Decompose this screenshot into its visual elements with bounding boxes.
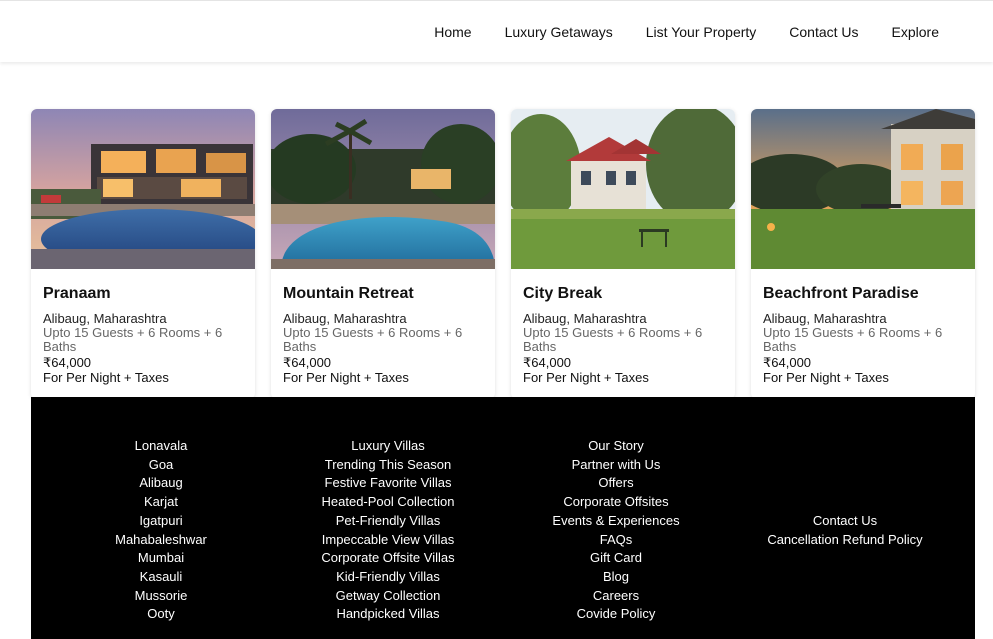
- property-photo: [511, 109, 735, 269]
- property-card[interactable]: Beachfront Paradise Alibaug, Maharashtra…: [751, 109, 975, 399]
- footer-link-mahabaleshwar[interactable]: Mahabaleshwar: [91, 531, 231, 550]
- footer-link-kid-friendly[interactable]: Kid-Friendly Villas: [288, 568, 488, 587]
- footer-link-partner[interactable]: Partner with Us: [536, 456, 696, 475]
- property-card-list: Pranaam Alibaug, Maharashtra Upto 15 Gue…: [31, 109, 975, 399]
- property-card[interactable]: Mountain Retreat Alibaug, Maharashtra Up…: [271, 109, 495, 399]
- footer-link-corporate-offsite-villas[interactable]: Corporate Offsite Villas: [288, 549, 488, 568]
- property-price-note: For Per Night + Taxes: [523, 370, 649, 385]
- property-location: Alibaug, Maharashtra: [763, 311, 887, 326]
- footer-link-gift-card[interactable]: Gift Card: [536, 549, 696, 568]
- property-photo: [31, 109, 255, 269]
- footer-link-blog[interactable]: Blog: [536, 568, 696, 587]
- footer-link-mussorie[interactable]: Mussorie: [91, 587, 231, 606]
- footer-support-column: Contact Us Cancellation Refund Policy: [755, 512, 935, 549]
- footer-link-trending[interactable]: Trending This Season: [288, 456, 488, 475]
- property-capacity: Upto 15 Guests + 6 Rooms + 6 Baths: [283, 325, 463, 354]
- property-location: Alibaug, Maharashtra: [523, 311, 647, 326]
- property-card[interactable]: Pranaam Alibaug, Maharashtra Upto 15 Gue…: [31, 109, 255, 399]
- property-location: Alibaug, Maharashtra: [283, 311, 407, 326]
- top-navbar: Home Luxury Getaways List Your Property …: [0, 0, 993, 62]
- property-name: Pranaam: [43, 285, 111, 302]
- nav-explore-link[interactable]: Explore: [892, 24, 939, 40]
- main-nav: Home Luxury Getaways List Your Property …: [401, 24, 939, 40]
- footer-link-contact-us[interactable]: Contact Us: [755, 512, 935, 531]
- footer-link-events[interactable]: Events & Experiences: [536, 512, 696, 531]
- property-name: Mountain Retreat: [283, 285, 414, 302]
- footer-link-alibaug[interactable]: Alibaug: [91, 474, 231, 493]
- property-price: ₹64,000: [43, 355, 92, 370]
- property-price: ₹64,000: [763, 355, 812, 370]
- footer-company-column: Our Story Partner with Us Offers Corpora…: [536, 437, 696, 624]
- footer-link-covide-policy[interactable]: Covide Policy: [536, 605, 696, 624]
- nav-list-property-link[interactable]: List Your Property: [646, 24, 757, 40]
- footer-link-festive[interactable]: Festive Favorite Villas: [288, 474, 488, 493]
- footer-link-our-story[interactable]: Our Story: [536, 437, 696, 456]
- footer-link-getway-collection[interactable]: Getway Collection: [288, 587, 488, 606]
- footer-link-faqs[interactable]: FAQs: [536, 531, 696, 550]
- property-info: Beachfront Paradise Alibaug, Maharashtra…: [751, 269, 975, 385]
- property-card[interactable]: City Break Alibaug, Maharashtra Upto 15 …: [511, 109, 735, 399]
- footer-link-cancellation-policy[interactable]: Cancellation Refund Policy: [755, 531, 935, 550]
- footer-link-mumbai[interactable]: Mumbai: [91, 549, 231, 568]
- property-price-note: For Per Night + Taxes: [43, 370, 169, 385]
- property-location: Alibaug, Maharashtra: [43, 311, 167, 326]
- footer-link-luxury-villas[interactable]: Luxury Villas: [288, 437, 488, 456]
- property-capacity: Upto 15 Guests + 6 Rooms + 6 Baths: [43, 325, 223, 354]
- property-photo: [751, 109, 975, 269]
- footer-link-pet-friendly[interactable]: Pet-Friendly Villas: [288, 512, 488, 531]
- footer-link-heated-pool[interactable]: Heated-Pool Collection: [288, 493, 488, 512]
- property-capacity: Upto 15 Guests + 6 Rooms + 6 Baths: [763, 325, 943, 354]
- footer-collections-column: Luxury Villas Trending This Season Festi…: [288, 437, 488, 624]
- footer-link-igatpuri[interactable]: Igatpuri: [91, 512, 231, 531]
- property-capacity: Upto 15 Guests + 6 Rooms + 6 Baths: [523, 325, 703, 354]
- property-price-note: For Per Night + Taxes: [763, 370, 889, 385]
- nav-contact-us-link[interactable]: Contact Us: [789, 24, 858, 40]
- nav-home-link[interactable]: Home: [434, 24, 471, 40]
- footer-link-kasauli[interactable]: Kasauli: [91, 568, 231, 587]
- site-footer: Lonavala Goa Alibaug Karjat Igatpuri Mah…: [31, 397, 975, 639]
- footer-link-goa[interactable]: Goa: [91, 456, 231, 475]
- footer-link-corporate-offsites[interactable]: Corporate Offsites: [536, 493, 696, 512]
- property-info: Pranaam Alibaug, Maharashtra Upto 15 Gue…: [31, 269, 255, 385]
- nav-luxury-getaways-link[interactable]: Luxury Getaways: [505, 24, 613, 40]
- property-price-note: For Per Night + Taxes: [283, 370, 409, 385]
- footer-link-careers[interactable]: Careers: [536, 587, 696, 606]
- footer-link-ooty[interactable]: Ooty: [91, 605, 231, 624]
- footer-link-handpicked[interactable]: Handpicked Villas: [288, 605, 488, 624]
- property-info: City Break Alibaug, Maharashtra Upto 15 …: [511, 269, 735, 385]
- property-name: Beachfront Paradise: [763, 285, 919, 302]
- footer-link-offers[interactable]: Offers: [536, 474, 696, 493]
- property-info: Mountain Retreat Alibaug, Maharashtra Up…: [271, 269, 495, 385]
- property-photo: [271, 109, 495, 269]
- footer-link-impeccable-view[interactable]: Impeccable View Villas: [288, 531, 488, 550]
- footer-destinations-column: Lonavala Goa Alibaug Karjat Igatpuri Mah…: [91, 437, 231, 624]
- footer-link-lonavala[interactable]: Lonavala: [91, 437, 231, 456]
- property-price: ₹64,000: [283, 355, 332, 370]
- property-price: ₹64,000: [523, 355, 572, 370]
- footer-link-karjat[interactable]: Karjat: [91, 493, 231, 512]
- property-name: City Break: [523, 285, 603, 302]
